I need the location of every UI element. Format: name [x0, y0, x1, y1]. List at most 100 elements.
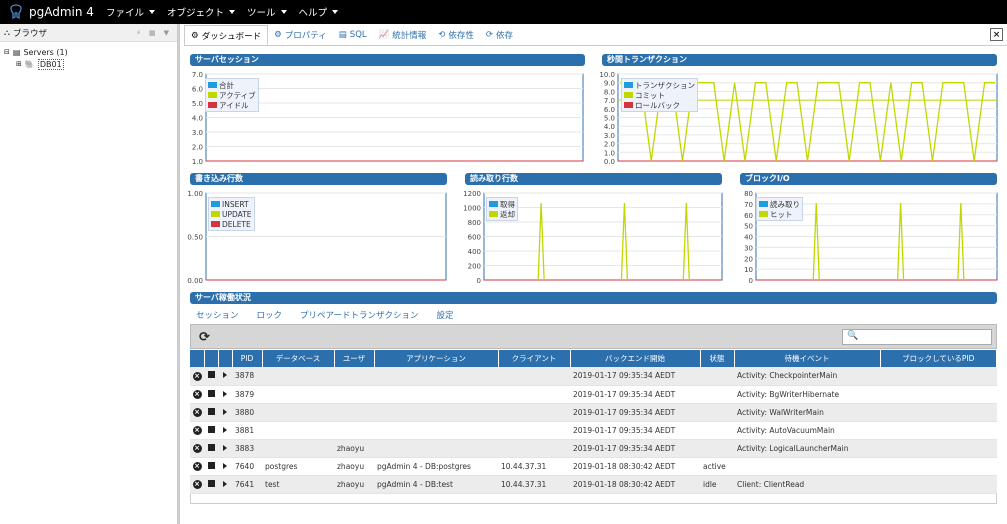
- table-cell: 3881: [232, 421, 262, 440]
- table-row[interactable]: × 3879 2019-01-17 09:35:34 AEDT Activity: B…: [190, 385, 997, 404]
- col-header[interactable]: データベース: [262, 350, 335, 367]
- table-row[interactable]: × 3883 zhaoyu 2019-01-17 09:35:34 AEDT Activ…: [190, 439, 997, 458]
- table-cell: zhaoyu: [334, 439, 374, 458]
- expand-row-button[interactable]: [218, 385, 232, 404]
- panel-header-sessions: サーバセッション: [190, 54, 585, 66]
- stop-icon: [207, 371, 215, 379]
- terminate-button[interactable]: ×: [190, 421, 204, 440]
- table-cell: [880, 421, 997, 440]
- tab-config[interactable]: 設定: [437, 309, 454, 321]
- elephant-icon: [10, 4, 22, 19]
- table-cell: [262, 367, 334, 386]
- table-cell: [262, 403, 334, 422]
- search-input[interactable]: 🔍: [842, 329, 992, 345]
- table-cell: pgAdmin 4 - DB:postgres: [374, 457, 498, 476]
- close-panel-button[interactable]: ×: [990, 28, 1003, 41]
- panel-header-tuples-in: 書き込み行数: [190, 173, 447, 185]
- table-cell: [334, 367, 374, 386]
- expand-row-button[interactable]: [218, 475, 232, 494]
- tab-prepared[interactable]: プリペアードトランザクション: [300, 309, 419, 321]
- collapse-icon[interactable]: ⊟: [4, 48, 10, 56]
- col-header[interactable]: 状態: [700, 350, 735, 367]
- menu-tools[interactable]: ツール: [247, 5, 287, 19]
- view-data-icon[interactable]: ▦: [149, 29, 156, 37]
- cancel-query-button[interactable]: [204, 403, 218, 422]
- cancel-query-button[interactable]: [204, 421, 218, 440]
- table-cell: [498, 403, 570, 422]
- table-cell: [880, 475, 997, 494]
- tab-locks[interactable]: ロック: [257, 309, 283, 321]
- terminate-button[interactable]: ×: [190, 367, 204, 386]
- table-row[interactable]: × 7641 test zhaoyu pgAdmin 4 - DB:test 10.44.…: [190, 475, 997, 494]
- table-row[interactable]: × 3878 2019-01-17 09:35:34 AEDT Activity: C…: [190, 367, 997, 386]
- table-cell: zhaoyu: [334, 475, 374, 494]
- stop-icon: [207, 443, 215, 451]
- close-circle-icon: ×: [192, 408, 202, 417]
- col-header[interactable]: 待機イベント: [734, 350, 881, 367]
- table-cell: [262, 439, 334, 458]
- caret-right-icon: [223, 426, 227, 433]
- menu-file[interactable]: ファイル: [106, 5, 156, 19]
- table-row[interactable]: × 3881 2019-01-17 09:35:34 AEDT Activity: A…: [190, 421, 997, 440]
- tab-statistics[interactable]: 📈 統計情報: [373, 25, 433, 45]
- legend-swatch: [208, 102, 217, 108]
- table-cell: [700, 367, 734, 386]
- cancel-query-button[interactable]: [204, 367, 218, 386]
- tab-dependencies[interactable]: ⟲ 依存性: [432, 25, 480, 45]
- col-header[interactable]: ユーザ: [334, 350, 375, 367]
- terminate-button[interactable]: ×: [190, 439, 204, 458]
- expand-icon[interactable]: ⊞: [16, 60, 22, 68]
- col-header[interactable]: ブロックしているPID: [880, 350, 997, 367]
- table-cell: postgres: [262, 457, 334, 476]
- expand-row-button[interactable]: [218, 457, 232, 476]
- tree-item-db01[interactable]: ⊞ 🐘 DB01: [4, 58, 173, 70]
- properties-icon: ⚙: [274, 30, 282, 40]
- stop-icon: [207, 479, 215, 487]
- terminate-button[interactable]: ×: [190, 403, 204, 422]
- table-cell: [498, 421, 570, 440]
- tab-dependents[interactable]: ⟳ 依存: [480, 25, 519, 45]
- col-header[interactable]: アプリケーション: [374, 350, 499, 367]
- table-cell: [700, 403, 734, 422]
- expand-row-button[interactable]: [218, 403, 232, 422]
- terminate-button[interactable]: ×: [190, 457, 204, 476]
- refresh-icon[interactable]: ⟳: [199, 330, 213, 345]
- app-logo[interactable]: pgAdmin 4: [0, 4, 96, 20]
- expand-row-button[interactable]: [218, 367, 232, 386]
- table-cell: 3878: [232, 367, 262, 386]
- servers-icon: ▤: [12, 47, 21, 57]
- expand-row-button[interactable]: [218, 421, 232, 440]
- cancel-query-button[interactable]: [204, 475, 218, 494]
- terminate-button[interactable]: ×: [190, 385, 204, 404]
- cancel-query-button[interactable]: [204, 439, 218, 458]
- legend-swatch: [208, 92, 217, 98]
- close-circle-icon: ×: [192, 390, 202, 399]
- caret-right-icon: [223, 462, 227, 469]
- col-header[interactable]: バックエンド開始: [570, 350, 701, 367]
- col-header[interactable]: クライアント: [498, 350, 571, 367]
- terminate-button[interactable]: ×: [190, 475, 204, 494]
- tab-dashboard[interactable]: ⚙ ダッシュボード: [184, 25, 269, 45]
- menu-object[interactable]: オブジェクト: [167, 5, 236, 19]
- tree-item-servers[interactable]: ⊟ ▤ Servers (1): [4, 46, 173, 58]
- tab-sessions[interactable]: セッション: [196, 309, 239, 321]
- table-row[interactable]: × 7640 postgres zhaoyu pgAdmin 4 - DB:postgr…: [190, 457, 997, 476]
- query-tool-icon[interactable]: ⚡: [136, 29, 141, 37]
- tab-properties[interactable]: ⚙ プロパティ: [268, 25, 333, 45]
- table-cell: 7640: [232, 457, 262, 476]
- cancel-query-button[interactable]: [204, 457, 218, 476]
- tab-sql[interactable]: ▤ SQL: [333, 25, 373, 45]
- table-row[interactable]: × 3880 2019-01-17 09:35:34 AEDT Activity: W…: [190, 403, 997, 422]
- table-cell: [700, 385, 734, 404]
- cancel-query-button[interactable]: [204, 385, 218, 404]
- dependency-icon: ⟲: [438, 30, 446, 40]
- menu-help[interactable]: ヘルプ: [299, 5, 339, 19]
- document-icon: ▤: [338, 30, 347, 40]
- table-cell: [498, 367, 570, 386]
- filter-icon[interactable]: ▼: [164, 29, 169, 37]
- col-header[interactable]: PID: [232, 350, 263, 367]
- table-cell: Activity: LogicalLauncherMain: [734, 439, 880, 458]
- expand-row-button[interactable]: [218, 439, 232, 458]
- table-cell: 7641: [232, 475, 262, 494]
- table-cell: [334, 385, 374, 404]
